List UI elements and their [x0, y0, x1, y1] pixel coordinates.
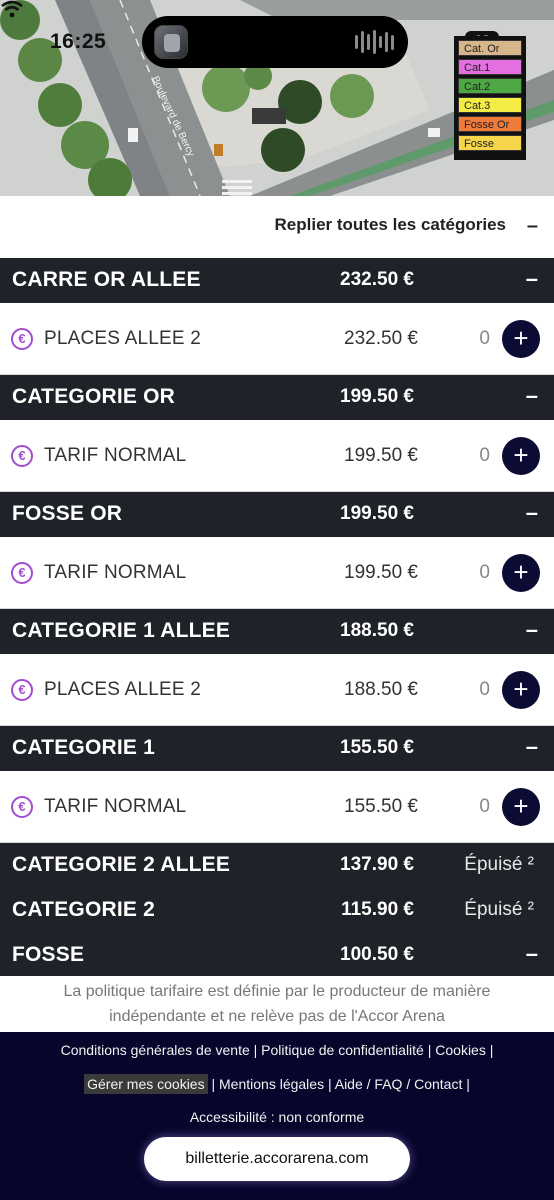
rate-name: PLACES ALLEE 2: [44, 328, 202, 349]
cgv-link[interactable]: Conditions générales de vente: [61, 1042, 250, 1058]
legal-link[interactable]: Mentions légales: [219, 1076, 324, 1092]
legend-item-fosse-or: Fosse Or: [458, 116, 522, 132]
category-header-categorie-2: CATEGORIE 2 115.90 € Épuisé ²: [0, 888, 554, 933]
browser-url-bar[interactable]: billetterie.accorarena.com: [144, 1137, 410, 1181]
legend-item-cat-1: Cat.1: [458, 59, 522, 75]
rate-name: TARIF NORMAL: [44, 445, 187, 466]
footer-links-row-1: Conditions générales de vente | Politiqu…: [0, 1042, 554, 1058]
category-name: CATEGORIE 2: [12, 898, 155, 921]
wifi-icon: [1, 0, 23, 18]
category-header-categorie-or[interactable]: CATEGORIE OR 199.50 € –: [0, 375, 554, 420]
add-ticket-button[interactable]: +: [502, 554, 540, 592]
category-header-categorie-1[interactable]: CATEGORIE 1 155.50 € –: [0, 726, 554, 771]
rate-name: PLACES ALLEE 2: [44, 679, 202, 700]
collapse-toggle-icon[interactable]: –: [526, 734, 538, 760]
category-header-fosse-or[interactable]: FOSSE OR 199.50 € –: [0, 492, 554, 537]
category-header-categorie-1-allee[interactable]: CATEGORIE 1 ALLEE 188.50 € –: [0, 609, 554, 654]
rate-row: € PLACES ALLEE 2 188.50 € 0 +: [0, 654, 554, 726]
disclaimer-line-2: indépendante et ne relève pas de l'Accor…: [109, 1008, 445, 1025]
separator: |: [427, 1042, 432, 1058]
accessibility-link[interactable]: Accessibilité : non conforme: [190, 1109, 364, 1125]
add-ticket-button[interactable]: +: [502, 788, 540, 826]
euro-icon: €: [11, 679, 33, 701]
category-name: CATEGORIE OR: [12, 385, 176, 408]
map-legend: Cat. Or Cat.1 Cat.2 Cat.3 Fosse Or Fosse: [454, 36, 526, 160]
rate-row: € TARIF NORMAL 155.50 € 0 +: [0, 771, 554, 843]
audio-waveform-icon: [355, 30, 394, 54]
rate-quantity: 0: [479, 328, 490, 349]
now-playing-thumbnail: [154, 25, 188, 59]
disclaimer-line-1: La politique tarifaire est définie par l…: [63, 983, 491, 1000]
separator: |: [253, 1042, 258, 1058]
category-header-fosse[interactable]: FOSSE 100.50 € –: [0, 933, 554, 976]
rate-name: TARIF NORMAL: [44, 562, 187, 583]
category-name: CATEGORIE 1 ALLEE: [12, 619, 231, 642]
rate-name: TARIF NORMAL: [44, 796, 187, 817]
add-ticket-button[interactable]: +: [502, 437, 540, 475]
legend-item-cat-3: Cat.3: [458, 97, 522, 113]
legend-item-cat-2: Cat.2: [458, 78, 522, 94]
category-price: 199.50 €: [340, 386, 414, 407]
rate-row: € TARIF NORMAL 199.50 € 0 +: [0, 537, 554, 609]
sold-out-label: Épuisé ²: [464, 854, 534, 875]
category-name: CARRE OR ALLEE: [12, 268, 201, 291]
add-ticket-button[interactable]: +: [502, 671, 540, 709]
category-price: 188.50 €: [340, 620, 414, 641]
manage-cookies-link[interactable]: Gérer mes cookies: [84, 1074, 208, 1094]
category-price: 232.50 €: [340, 269, 414, 290]
dynamic-island: [142, 16, 408, 68]
euro-icon: €: [11, 562, 33, 584]
status-time: 16:25: [50, 30, 107, 53]
category-name: FOSSE: [12, 943, 85, 966]
rate-quantity: 0: [479, 679, 490, 700]
category-price: 155.50 €: [340, 737, 414, 758]
legend-item-fosse: Fosse: [458, 135, 522, 151]
footer-links-row-2: Gérer mes cookies | Mentions légales | A…: [0, 1074, 554, 1094]
help-faq-link[interactable]: Aide / FAQ: [335, 1076, 403, 1092]
rate-row: € TARIF NORMAL 199.50 € 0 +: [0, 420, 554, 492]
collapse-toggle-icon[interactable]: –: [526, 941, 538, 967]
rate-quantity: 0: [479, 796, 490, 817]
category-name: FOSSE OR: [12, 502, 123, 525]
separator: |: [466, 1076, 470, 1092]
category-price: 199.50 €: [340, 503, 414, 524]
collapse-all-label[interactable]: Replier toutes les catégories: [275, 215, 506, 235]
rate-row: € PLACES ALLEE 2 232.50 € 0 +: [0, 303, 554, 375]
separator: |: [489, 1042, 494, 1058]
collapse-toggle-icon[interactable]: –: [526, 383, 538, 409]
seating-map-image: Boulevard de Bercy 16:25 68 Cat. Or Cat.…: [0, 0, 554, 196]
collapse-toggle-icon[interactable]: –: [526, 617, 538, 643]
add-ticket-button[interactable]: +: [502, 320, 540, 358]
pricing-disclaimer: La politique tarifaire est définie par l…: [0, 976, 554, 1032]
euro-icon: €: [11, 328, 33, 350]
collapse-toggle-icon[interactable]: –: [526, 500, 538, 526]
collapse-all-row[interactable]: Replier toutes les catégories –: [0, 196, 554, 258]
rate-quantity: 0: [479, 445, 490, 466]
privacy-link[interactable]: Politique de confidentialité: [261, 1042, 424, 1058]
legend-item-cat-or: Cat. Or: [458, 40, 522, 56]
footer-links-row-3: Accessibilité : non conforme: [0, 1109, 554, 1125]
rate-price: 232.50 €: [344, 328, 418, 349]
separator: |: [211, 1076, 216, 1092]
cookies-link[interactable]: Cookies: [435, 1042, 486, 1058]
category-header-carre-or-allee[interactable]: CARRE OR ALLEE 232.50 € –: [0, 258, 554, 303]
category-price: 100.50 €: [340, 944, 414, 965]
category-name: CATEGORIE 1: [12, 736, 155, 759]
rate-price: 188.50 €: [344, 679, 418, 700]
category-name: CATEGORIE 2 ALLEE: [12, 853, 231, 876]
rate-price: 199.50 €: [344, 562, 418, 583]
euro-icon: €: [11, 445, 33, 467]
minus-icon[interactable]: –: [527, 215, 538, 238]
collapse-toggle-icon[interactable]: –: [526, 266, 538, 292]
euro-icon: €: [11, 796, 33, 818]
separator: |: [327, 1076, 332, 1092]
category-price: 137.90 €: [340, 854, 414, 875]
rate-quantity: 0: [479, 562, 490, 583]
sold-out-label: Épuisé ²: [464, 899, 534, 920]
category-price: 115.90 €: [341, 899, 414, 920]
category-header-categorie-2-allee: CATEGORIE 2 ALLEE 137.90 € Épuisé ²: [0, 843, 554, 888]
contact-link[interactable]: Contact: [414, 1076, 462, 1092]
rate-price: 155.50 €: [344, 796, 418, 817]
rate-price: 199.50 €: [344, 445, 418, 466]
